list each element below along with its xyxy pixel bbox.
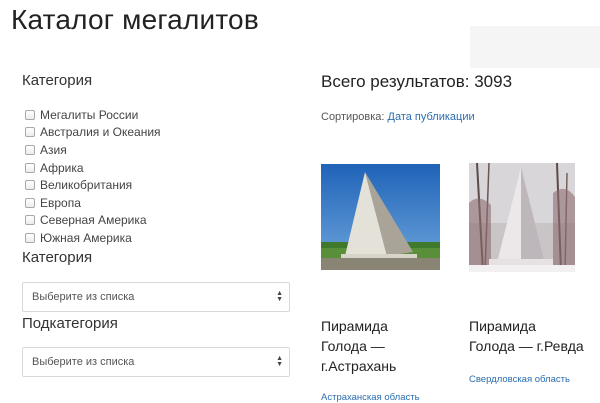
checkbox[interactable] bbox=[25, 180, 35, 191]
results-count: Всего результатов: 3093 bbox=[321, 72, 513, 91]
sort-label: Сортировка: bbox=[321, 111, 385, 123]
sort-option-link[interactable]: Дата публикации bbox=[388, 111, 475, 123]
category-option-label: Африка bbox=[40, 160, 84, 175]
category-option[interactable]: Австралия и Океания bbox=[25, 124, 161, 142]
category-option[interactable]: Северная Америка bbox=[25, 212, 161, 230]
select-arrows-icon: ▲ ▼ bbox=[276, 290, 283, 303]
checkbox[interactable] bbox=[25, 144, 35, 155]
pyramid-photo bbox=[469, 163, 575, 272]
category-option-label: Австралия и Океания bbox=[40, 125, 161, 140]
subcategory-select[interactable]: Выберите из списка ▲ ▼ bbox=[22, 347, 290, 377]
category-option[interactable]: Европа bbox=[25, 194, 161, 212]
category-option[interactable]: Азия bbox=[25, 141, 161, 159]
category-option[interactable]: Южная Америка bbox=[25, 229, 161, 247]
header-placeholder-box bbox=[470, 26, 600, 68]
checkbox[interactable] bbox=[25, 232, 35, 243]
category-checkbox-list: Мегалиты России Австралия и Океания Азия… bbox=[25, 106, 161, 247]
category-option-label: Мегалиты России bbox=[40, 107, 139, 122]
category-select-label: Категория bbox=[22, 249, 93, 266]
category-option[interactable]: Африка bbox=[25, 159, 161, 177]
checkbox[interactable] bbox=[25, 197, 35, 208]
checkbox[interactable] bbox=[25, 162, 35, 173]
sort-control: Сортировка: Дата публикации bbox=[321, 111, 475, 123]
checkbox[interactable] bbox=[25, 215, 35, 226]
category-option-label: Южная Америка bbox=[40, 230, 132, 245]
checkbox[interactable] bbox=[25, 127, 35, 138]
card-region-link[interactable]: Астраханская область bbox=[321, 392, 420, 403]
card-region-link[interactable]: Свердловская область bbox=[469, 374, 570, 385]
card-title[interactable]: Пирамида Голода — г.Астрахань bbox=[321, 316, 396, 376]
category-option[interactable]: Великобритания bbox=[25, 176, 161, 194]
category-option-label: Великобритания bbox=[40, 178, 133, 193]
category-heading: Категория bbox=[22, 72, 93, 89]
checkbox[interactable] bbox=[25, 109, 35, 120]
card-title-line: г.Астрахань bbox=[321, 358, 397, 374]
pyramid-photo bbox=[321, 164, 440, 270]
category-option-label: Северная Америка bbox=[40, 213, 147, 228]
megalith-thumbnail[interactable] bbox=[321, 164, 440, 270]
category-option[interactable]: Мегалиты России bbox=[25, 106, 161, 124]
megalith-thumbnail[interactable] bbox=[469, 163, 575, 272]
card-title-line: Пирамида bbox=[469, 318, 536, 334]
card-title[interactable]: Пирамида Голода — г.Ревда bbox=[469, 316, 584, 356]
category-select[interactable]: Выберите из списка ▲ ▼ bbox=[22, 282, 290, 312]
category-option-label: Европа bbox=[40, 195, 81, 210]
card-title-line: Пирамида bbox=[321, 318, 388, 334]
category-select-value: Выберите из списка bbox=[32, 291, 135, 303]
subcategory-select-label: Подкатегория bbox=[22, 315, 118, 332]
select-arrows-icon: ▲ ▼ bbox=[276, 355, 283, 368]
page-title: Каталог мегалитов bbox=[11, 4, 259, 35]
card-title-line: Голода — bbox=[321, 338, 385, 354]
category-option-label: Азия bbox=[40, 142, 67, 157]
card-title-line: Голода — г.Ревда bbox=[469, 338, 584, 354]
subcategory-select-value: Выберите из списка bbox=[32, 356, 135, 368]
